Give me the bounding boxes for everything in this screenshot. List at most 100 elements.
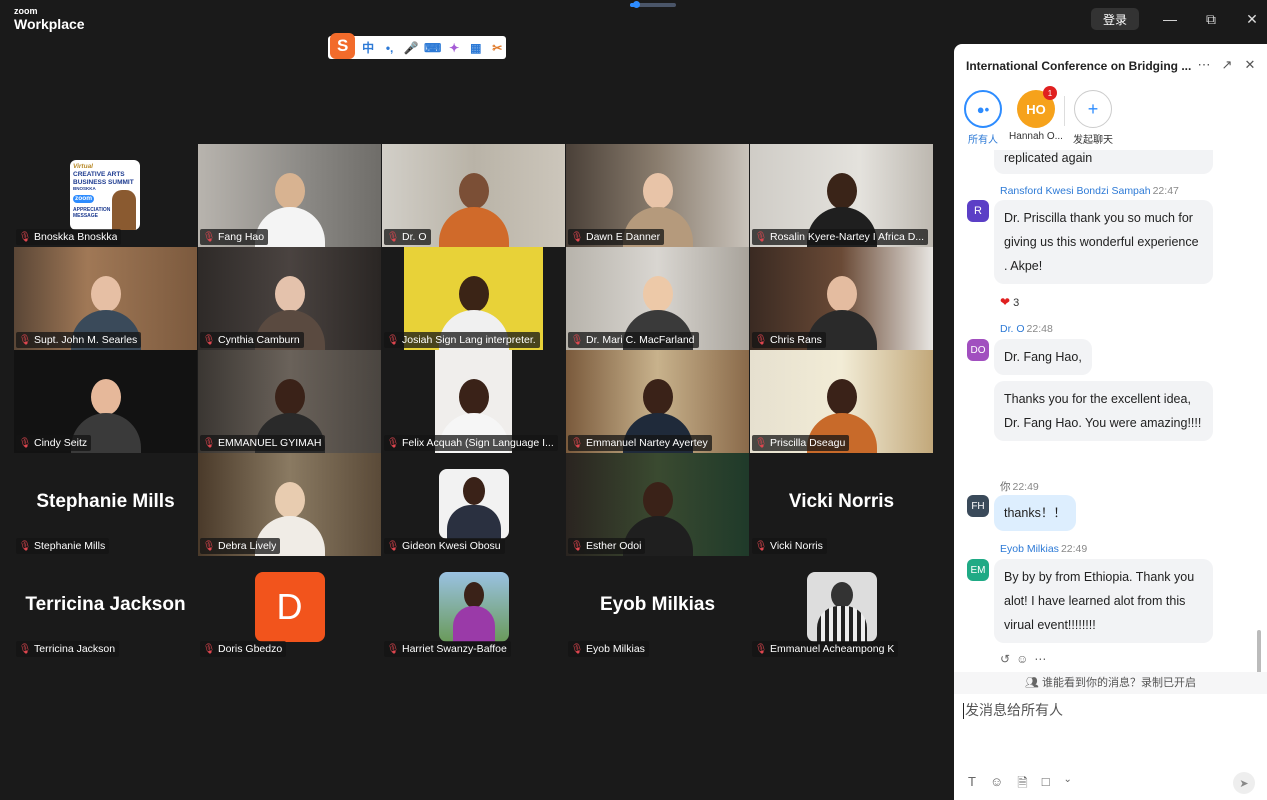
participant-name: Dr. O <box>402 231 427 243</box>
minimize-icon[interactable]: — <box>1160 9 1180 29</box>
send-icon[interactable]: ➤ <box>1233 772 1255 794</box>
participant-display-name: Vicki Norris <box>788 491 895 512</box>
participant-video[interactable]: 🎙︎ Fang Hao <box>198 144 381 247</box>
input-placeholder: 发消息给所有人 <box>965 702 1063 718</box>
participant-tile[interactable]: 🎙︎ Emmanuel Acheampong K <box>750 556 933 659</box>
ime-keyboard-icon[interactable]: ⌨ <box>424 41 442 55</box>
muted-mic-icon: 🎙︎ <box>570 540 584 552</box>
recipient-hannah[interactable]: HO 1 Hannah O... <box>1009 86 1063 142</box>
participant-video[interactable]: 🎙︎ Felix Acquah (Sign Language I... <box>382 350 565 453</box>
participant-video[interactable]: 🎙︎ Emmanuel Nartey Ayertey <box>566 350 749 453</box>
participant-video[interactable]: 🎙︎ Cindy Seitz <box>14 350 197 453</box>
participant-name-bar: 🎙︎ Cindy Seitz <box>16 435 92 451</box>
chat-bubble: Thanks you for the excellent idea, Dr. F… <box>994 381 1213 441</box>
participant-video-active-speaker[interactable]: 🎙︎ Priscilla Dseagu <box>750 350 933 453</box>
muted-mic-icon: 🎙︎ <box>570 231 584 243</box>
participant-name-bar: 🎙︎ Felix Acquah (Sign Language I... <box>384 435 558 451</box>
message-text: Dr. Priscilla thank you so much for givi… <box>1004 211 1199 273</box>
ime-apps-icon[interactable]: ▦ <box>467 41 485 55</box>
participant-video[interactable]: 🎙︎ Dawn E Danner <box>566 144 749 247</box>
muted-mic-icon: 🎙︎ <box>754 334 768 346</box>
participant-avatar-image <box>438 469 509 539</box>
participant-name: Supt. John M. Searles <box>34 334 138 346</box>
participant-name: Cynthia Camburn <box>218 334 300 346</box>
sender-name: Eyob Milkias <box>1000 543 1059 555</box>
login-button[interactable]: 登录 <box>1091 8 1139 30</box>
participant-name: Terricina Jackson <box>34 643 116 655</box>
message-text: thanks！！ <box>1004 506 1066 520</box>
participant-tile[interactable]: Eyob Milkias 🎙︎ Eyob Milkias <box>566 556 749 659</box>
file-icon[interactable]: 🗎︎ <box>1017 774 1027 796</box>
ime-toolbar: S 中 •, 🎤 ⌨ ✦ ▦ ✂ <box>328 32 507 59</box>
ime-punctuation-icon[interactable]: •, <box>381 41 399 55</box>
participant-video[interactable]: 🎙︎ Rosalin Kyere-Nartey I Africa D... <box>750 144 933 247</box>
close-icon[interactable]: ✕ <box>1242 9 1262 29</box>
participant-name: Gideon Kwesi Obosu <box>402 540 501 552</box>
ime-skin-icon[interactable]: ✦ <box>445 41 463 55</box>
participant-video[interactable]: 🎙︎ Supt. John M. Searles <box>14 247 197 350</box>
message-time: 22:48 <box>1026 323 1053 335</box>
participant-tile[interactable]: Stephanie Mills 🎙︎ Stephanie Mills <box>14 453 197 556</box>
pop-out-icon[interactable]: ↗ <box>1218 56 1236 74</box>
message-text: Dr. Fang Hao, <box>1004 350 1082 364</box>
muted-mic-icon: 🎙︎ <box>754 540 768 552</box>
participant-tile[interactable]: Virtual CREATIVE ARTS BUSINESS SUMMIT BN… <box>14 144 197 247</box>
start-chat-button[interactable]: + 发起聊天 <box>1066 90 1120 146</box>
chevron-down-icon[interactable]: ⌄ <box>1064 774 1072 796</box>
reaction[interactable]: ❤ 3 <box>1000 295 1019 309</box>
participant-video[interactable]: 🎙︎ Chris Rans <box>750 247 933 350</box>
muted-mic-icon: 🎙︎ <box>202 437 216 449</box>
emoji-icon[interactable]: ☺ <box>990 774 1003 796</box>
ime-tools-icon[interactable]: ✂ <box>489 41 507 55</box>
more-options-icon[interactable]: ⋯ <box>1195 56 1213 74</box>
muted-mic-icon: 🎙︎ <box>18 231 32 243</box>
participant-video[interactable]: 🎙︎ Josiah Sign Lang interpreter. <box>382 247 565 350</box>
participant-tile[interactable]: Vicki Norris 🎙︎ Vicki Norris <box>750 453 933 556</box>
participant-video[interactable]: 🎙︎ Dr. O <box>382 144 565 247</box>
logo-bottom-text: Workplace <box>14 16 85 32</box>
close-chat-icon[interactable]: ✕ <box>1241 56 1259 74</box>
muted-mic-icon: 🎙︎ <box>386 334 400 346</box>
participant-avatar-image: Virtual CREATIVE ARTS BUSINESS SUMMIT BN… <box>70 160 140 230</box>
emoji-reaction-icon[interactable]: ☺ <box>1016 652 1034 666</box>
notice-text: 谁能看到你的消息？录制已开启 <box>1042 677 1197 689</box>
muted-mic-icon: 🎙︎ <box>386 540 400 552</box>
participant-name-bar: 🎙︎ Josiah Sign Lang interpreter. <box>384 332 540 348</box>
participant-video[interactable]: 🎙︎ Debra Lively <box>198 453 381 556</box>
participant-name-bar: 🎙︎ Dr. O <box>384 229 431 245</box>
participant-video[interactable]: 🎙︎ Dr. Mari C. MacFarland <box>566 247 749 350</box>
chat-bubble: By by by from Ethiopia. Thank you alot! … <box>994 559 1213 643</box>
participant-video[interactable]: 🎙︎ Esther Odoi <box>566 453 749 556</box>
participant-name-bar: 🎙︎ Priscilla Dseagu <box>752 435 850 451</box>
chat-scrollbar[interactable] <box>1257 630 1261 672</box>
restore-icon[interactable]: ⧉ <box>1201 9 1221 29</box>
participant-name: Eyob Milkias <box>586 643 645 655</box>
sogou-logo-icon[interactable]: S <box>330 32 356 59</box>
muted-mic-icon: 🎙︎ <box>754 231 768 243</box>
participant-name-bar: 🎙︎ Emmanuel Nartey Ayertey <box>568 435 712 451</box>
muted-mic-icon: 🎙︎ <box>754 643 768 655</box>
chat-input[interactable]: 发消息给所有人 <box>963 700 1063 720</box>
avatar-text: BUSINESS SUMMIT <box>73 178 134 186</box>
reply-icon[interactable]: ↺ <box>1000 652 1016 666</box>
muted-mic-icon: 🎙︎ <box>570 643 584 655</box>
more-icon[interactable]: ⋯ <box>1034 652 1052 666</box>
recipient-everyone[interactable]: ●• 所有人 <box>956 90 1010 146</box>
text-format-icon[interactable]: T <box>968 774 976 796</box>
visibility-notice[interactable]: 👥︎ 谁能看到你的消息？录制已开启 <box>954 672 1267 694</box>
chat-bubble: Dr. Fang Hao, <box>994 339 1092 375</box>
screenshot-icon[interactable]: □ <box>1042 774 1050 796</box>
participant-tile[interactable]: D 🎙︎ Doris Gbedzo <box>198 556 381 659</box>
ime-chinese-mode-icon[interactable]: 中 <box>359 39 377 56</box>
participant-tile[interactable]: 🎙︎ Harriet Swanzy-Baffoe <box>382 556 565 659</box>
people-icon: 👥︎ <box>1024 677 1039 689</box>
participant-video[interactable]: 🎙︎ Cynthia Camburn <box>198 247 381 350</box>
participant-tile[interactable]: 🎙︎ Gideon Kwesi Obosu <box>382 453 565 556</box>
participant-name-bar: 🎙︎ Esther Odoi <box>568 538 646 554</box>
participant-name-bar: 🎙︎ Vicki Norris <box>752 538 827 554</box>
participant-video[interactable]: 🎙︎ EMMANUEL GYIMAH <box>198 350 381 453</box>
recipient-label: Hannah O... <box>1009 131 1063 142</box>
muted-mic-icon: 🎙︎ <box>202 334 216 346</box>
participant-tile[interactable]: Terricina Jackson 🎙︎ Terricina Jackson <box>14 556 197 659</box>
ime-microphone-icon[interactable]: 🎤 <box>402 41 420 55</box>
